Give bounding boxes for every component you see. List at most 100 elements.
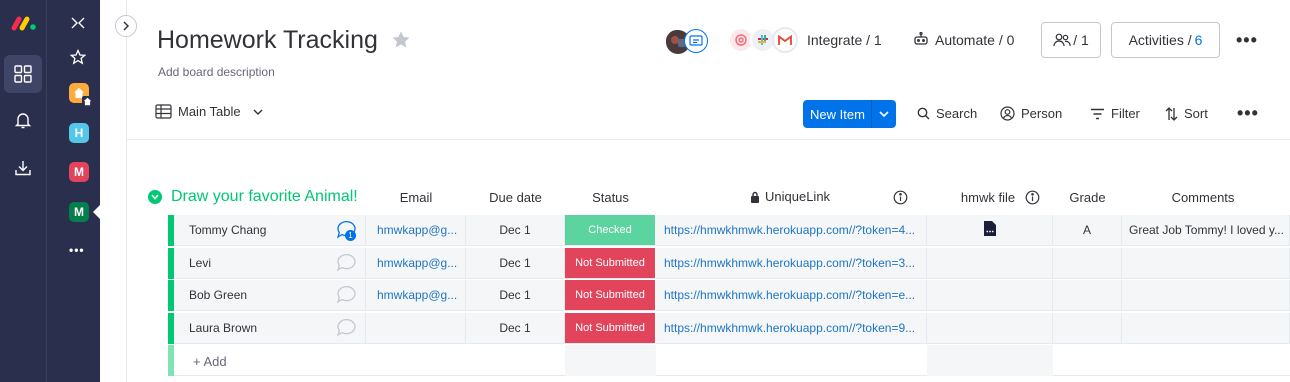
- add-row-file-shade: [927, 345, 1053, 376]
- apps-grid-icon[interactable]: [4, 55, 42, 93]
- table-row[interactable]: Bob Green hmwkapp@g... Dec 1 Not Submitt…: [168, 280, 1290, 311]
- email-cell[interactable]: hmwkapp@g...: [366, 280, 466, 311]
- integrate-button[interactable]: Integrate / 1: [807, 32, 882, 48]
- comments-cell[interactable]: Great Job Tommy! I loved y...: [1122, 215, 1290, 246]
- star-icon[interactable]: [69, 48, 87, 70]
- uniquelink-cell[interactable]: https://hmwkhmwk.herokuapp.com//?token=3…: [656, 248, 927, 279]
- comments-cell[interactable]: [1122, 313, 1290, 344]
- workspace-m-red[interactable]: M: [69, 162, 89, 182]
- workspace-m-green[interactable]: M: [69, 202, 89, 222]
- column-header-grade[interactable]: Grade: [1053, 190, 1122, 205]
- table-row[interactable]: Laura Brown Dec 1 Not Submitted https://…: [168, 313, 1290, 344]
- new-item-button[interactable]: New Item: [803, 100, 896, 128]
- info-icon[interactable]: [1025, 190, 1040, 210]
- column-header-status[interactable]: Status: [565, 190, 656, 205]
- workspace-rail: H M M •••: [46, 0, 100, 382]
- search-button[interactable]: Search: [917, 106, 977, 121]
- email-cell[interactable]: hmwkapp@g...: [366, 248, 466, 279]
- sort-button[interactable]: Sort: [1165, 106, 1208, 121]
- column-header-uniquelink[interactable]: UniqueLink: [750, 189, 830, 204]
- group-collapse-toggle[interactable]: [148, 190, 162, 204]
- info-icon[interactable]: [893, 190, 908, 210]
- automate-button[interactable]: Automate / 0: [935, 32, 1014, 48]
- workspace-h[interactable]: H: [69, 123, 89, 143]
- status-cell[interactable]: Not Submitted: [565, 280, 656, 311]
- item-name-cell[interactable]: Laura Brown: [174, 313, 366, 344]
- collapse-arrows-icon[interactable]: [70, 16, 86, 35]
- column-header-due-date[interactable]: Due date: [466, 190, 565, 205]
- gmail-icon[interactable]: [772, 27, 798, 53]
- board-title[interactable]: Homework Tracking: [157, 26, 378, 55]
- due-date-cell[interactable]: Dec 1: [466, 313, 565, 344]
- board-description[interactable]: Add board description: [158, 65, 275, 79]
- status-cell[interactable]: Not Submitted: [565, 313, 656, 344]
- grade-cell[interactable]: [1053, 248, 1122, 279]
- table-row[interactable]: Tommy Chang 1 hmwkapp@g... Dec 1 Checked…: [168, 215, 1290, 246]
- download-icon[interactable]: [4, 149, 42, 187]
- filter-button[interactable]: Filter: [1090, 106, 1140, 121]
- sort-icon: [1165, 106, 1178, 121]
- updates-count-badge: 1: [345, 230, 356, 241]
- members-count: / 1: [1073, 32, 1089, 48]
- board-main: Homework Tracking Add board description …: [100, 0, 1290, 382]
- activities-count: 6: [1194, 32, 1203, 48]
- status-cell[interactable]: Not Submitted: [565, 248, 656, 279]
- grade-cell[interactable]: [1053, 280, 1122, 311]
- item-name-cell[interactable]: Levi: [174, 248, 366, 279]
- updates-bubble-icon[interactable]: [336, 253, 358, 276]
- file-cell[interactable]: [927, 280, 1053, 311]
- lock-icon: [751, 191, 759, 203]
- board-more-button[interactable]: •••: [1236, 30, 1258, 51]
- updates-bubble-icon[interactable]: [336, 318, 358, 341]
- file-cell[interactable]: [927, 248, 1053, 279]
- status-cell[interactable]: Checked: [565, 215, 656, 246]
- item-name-cell[interactable]: Tommy Chang 1: [174, 215, 366, 246]
- comments-cell[interactable]: [1122, 280, 1290, 311]
- item-name-cell[interactable]: Bob Green: [174, 280, 366, 311]
- expand-panel-button[interactable]: [115, 15, 137, 37]
- column-header-comments[interactable]: Comments: [1153, 190, 1253, 205]
- activities-label: Activities /: [1128, 32, 1192, 48]
- column-header-email[interactable]: Email: [366, 190, 466, 205]
- due-date-cell[interactable]: Dec 1: [466, 280, 565, 311]
- group-title[interactable]: Draw your favorite Animal!: [171, 188, 358, 206]
- bell-icon[interactable]: [4, 101, 42, 139]
- favorite-star-icon[interactable]: [391, 30, 411, 55]
- sort-label: Sort: [1184, 106, 1208, 121]
- updates-bubble-icon[interactable]: [336, 285, 358, 308]
- home-workspace-icon[interactable]: [69, 83, 93, 107]
- table-row[interactable]: Levi hmwkapp@g... Dec 1 Not Submitted ht…: [168, 248, 1290, 279]
- email-cell[interactable]: hmwkapp@g...: [366, 215, 466, 246]
- members-button[interactable]: / 1: [1041, 22, 1101, 58]
- more-workspaces-button[interactable]: •••: [69, 243, 85, 257]
- item-name: Tommy Chang: [189, 223, 267, 237]
- robot-icon: [913, 31, 929, 51]
- file-cell[interactable]: [927, 215, 1053, 246]
- due-date-cell[interactable]: Dec 1: [466, 215, 565, 246]
- new-item-dropdown-icon[interactable]: [872, 111, 896, 117]
- due-date-cell[interactable]: Dec 1: [466, 248, 565, 279]
- table-icon: [155, 104, 172, 119]
- grade-cell[interactable]: A: [1053, 215, 1122, 246]
- uniquelink-cell[interactable]: https://hmwkhmwk.herokuapp.com//?token=e…: [656, 280, 927, 311]
- people-icon: [1053, 33, 1071, 47]
- add-item-row[interactable]: + Add: [168, 345, 1290, 376]
- view-selector[interactable]: Main Table: [155, 104, 263, 119]
- grade-cell[interactable]: [1053, 313, 1122, 344]
- updates-bubble-icon[interactable]: 1: [336, 220, 358, 243]
- board-share-icon[interactable]: [684, 29, 708, 53]
- toolbar-more-button[interactable]: •••: [1237, 103, 1259, 124]
- monday-logo-icon[interactable]: [10, 14, 38, 37]
- person-icon: [1000, 106, 1015, 121]
- file-icon[interactable]: [983, 220, 997, 240]
- column-header-hmwk-file[interactable]: hmwk file: [958, 190, 1018, 205]
- add-item-label[interactable]: + Add: [193, 354, 227, 369]
- filter-label: Filter: [1111, 106, 1140, 121]
- person-filter-button[interactable]: Person: [1000, 106, 1062, 121]
- activities-button[interactable]: Activities / 6: [1111, 22, 1220, 58]
- uniquelink-cell[interactable]: https://hmwkhmwk.herokuapp.com//?token=9…: [656, 313, 927, 344]
- comments-cell[interactable]: [1122, 248, 1290, 279]
- file-cell[interactable]: [927, 313, 1053, 344]
- email-cell[interactable]: [366, 313, 466, 344]
- uniquelink-cell[interactable]: https://hmwkhmwk.herokuapp.com//?token=4…: [656, 215, 927, 246]
